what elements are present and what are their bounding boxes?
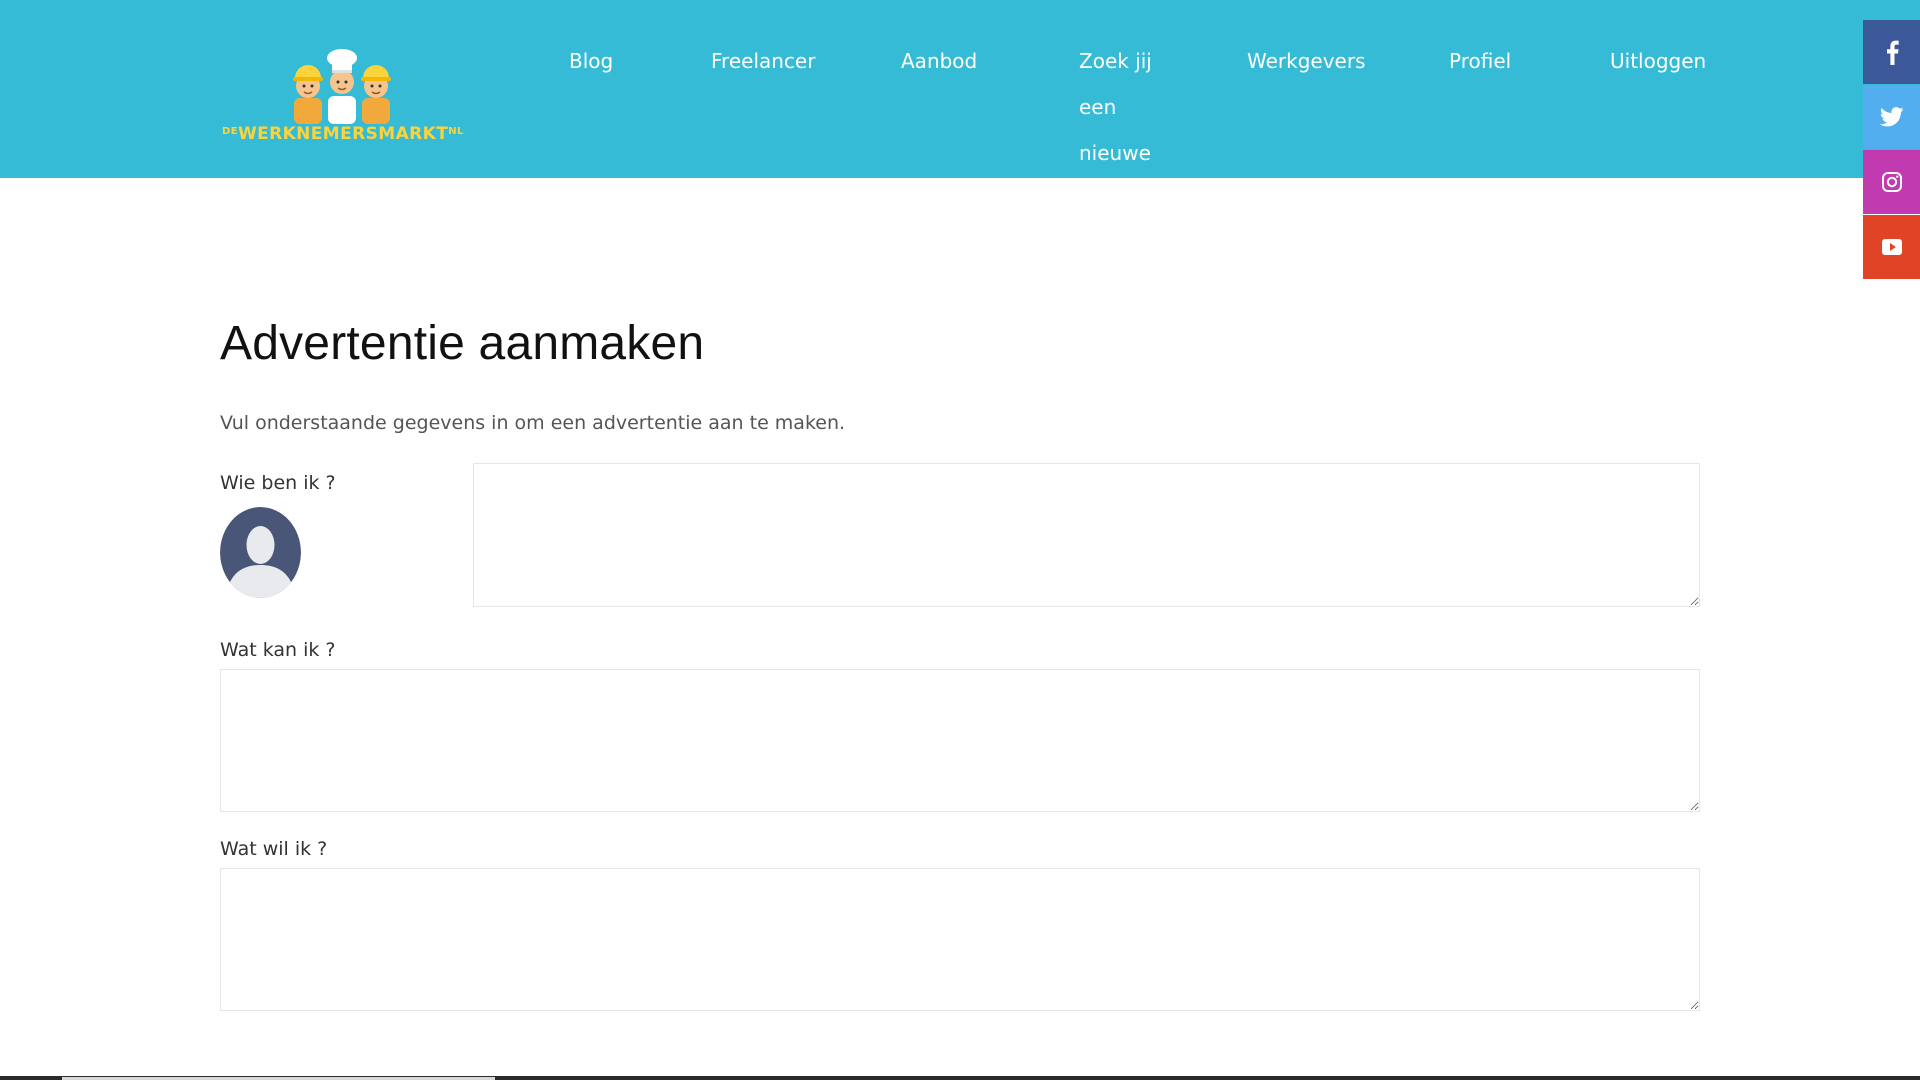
youtube-button[interactable] [1863,215,1920,279]
nav-item-aanbod: Aanbod [901,38,1079,84]
avatar[interactable] [220,507,301,598]
facebook-icon [1886,40,1899,65]
facebook-button[interactable] [1863,20,1920,84]
page-title: Advertentie aanmaken [220,317,705,370]
form-intro: Vul onderstaande gegevens in om een adve… [220,412,846,434]
nav-link-uitloggen[interactable]: Uitloggen [1610,38,1706,84]
logo-suffix: NL [448,126,464,137]
nav-link-blog[interactable]: Blog [569,38,711,84]
logo-prefix: DE [222,126,238,137]
wat-kan-ik-label: Wat kan ik ? [220,639,336,661]
twitter-button[interactable] [1863,85,1920,149]
workers-mascot-icon [293,49,391,124]
youtube-icon [1881,239,1902,255]
wie-ben-ik-label: Wie ben ik ? [220,472,336,494]
wat-kan-ik-textarea[interactable] [220,669,1700,812]
instagram-button[interactable] [1863,150,1920,214]
wat-wil-ik-textarea[interactable] [220,868,1700,1011]
logo-name: WERKNEMERSMARKT [237,124,449,144]
twitter-icon [1879,107,1903,127]
nav-link-aanbod[interactable]: Aanbod [901,38,1079,84]
nav-item-werkgevers: Werkgevers [1247,38,1449,84]
nav-item-freelancer: Freelancer [711,38,901,84]
field-wat-kan-ik: Wat kan ik ? [220,641,1700,812]
nav-link-werkgevers[interactable]: Werkgevers [1247,38,1449,84]
site-header: DEWERKNEMERSMARKTNL Blog Freelancer Aanb… [0,0,1920,178]
user-placeholder-icon [220,507,301,598]
main-nav: Blog Freelancer Aanbod Zoek jij een nieu… [569,38,1706,176]
logo-wordmark: DEWERKNEMERSMARKTNL [222,126,464,143]
create-ad-form: Advertentie aanmaken Vul onderstaande ge… [220,320,1700,1039]
social-sidebar [1863,20,1920,280]
nav-item-uitloggen: Uitloggen [1610,38,1706,84]
instagram-icon [1881,172,1902,192]
site-logo[interactable]: DEWERKNEMERSMARKTNL [222,46,463,150]
field-wie-ben-ik: Wie ben ik ? [220,463,1700,607]
field-wat-wil-ik: Wat wil ik ? [220,840,1700,1011]
wie-ben-ik-textarea[interactable] [473,463,1700,607]
nav-link-zoek[interactable]: Zoek jij een nieuwe [1079,38,1155,176]
nav-item-zoek: Zoek jij een nieuwe [1079,38,1247,176]
nav-link-freelancer[interactable]: Freelancer [711,38,901,84]
wat-wil-ik-label: Wat wil ik ? [220,838,328,860]
nav-link-profiel[interactable]: Profiel [1449,38,1610,84]
nav-item-blog: Blog [569,38,711,84]
nav-item-profiel: Profiel [1449,38,1610,84]
